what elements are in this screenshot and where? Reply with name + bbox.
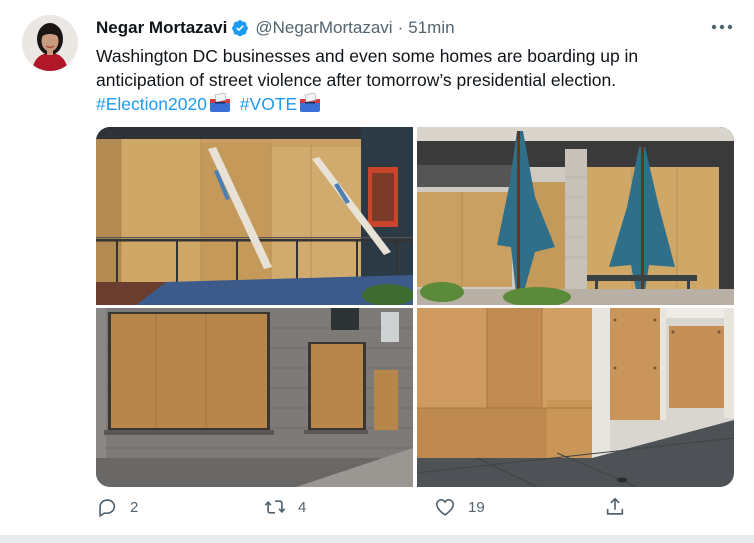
hashtag-line: #Election2020 #VOTE <box>96 92 736 116</box>
reply-icon <box>99 499 116 518</box>
heart-icon <box>435 499 455 516</box>
photo-boarded-storefront[interactable] <box>96 127 413 305</box>
author-handle[interactable]: @NegarMortazavi <box>255 18 392 38</box>
tweet-text-line-2: anticipation of street violence after to… <box>96 70 617 90</box>
tweet-text-line-1: Washington DC businesses and even some h… <box>96 46 639 66</box>
photo-patio-umbrellas-plywood-icon <box>417 127 734 305</box>
reply-count: 2 <box>130 498 139 516</box>
share-button[interactable] <box>604 496 626 518</box>
tweet-header: Negar Mortazavi @NegarMortazavi · 51min <box>96 17 455 39</box>
tweet-actions: 2 4 19 <box>96 496 656 526</box>
avatar-image <box>22 15 78 71</box>
bottom-divider <box>0 535 754 543</box>
avatar[interactable] <box>22 15 78 71</box>
photo-patio-umbrellas[interactable] <box>417 127 734 305</box>
separator-dot: · <box>397 18 404 37</box>
tweet-card[interactable]: Negar Mortazavi @NegarMortazavi · 51min … <box>0 0 754 535</box>
photo-boarded-storefront-with-planks-icon <box>96 127 413 305</box>
photo-plywood-walls[interactable] <box>417 308 734 487</box>
author-name[interactable]: Negar Mortazavi <box>96 18 227 38</box>
photo-brick-building[interactable] <box>96 308 413 487</box>
retweet-count: 4 <box>298 498 307 516</box>
retweet-icon <box>264 500 286 514</box>
ballot-box-emoji-icon <box>300 93 321 112</box>
verified-badge-icon <box>232 20 249 37</box>
media-grid <box>96 127 734 487</box>
retweet-button[interactable]: 4 <box>264 496 306 518</box>
more-options-icon[interactable] <box>710 17 734 37</box>
photo-brick-building-boarded-windows-icon <box>96 308 413 487</box>
tweet-timestamp[interactable]: 51min <box>408 18 454 38</box>
like-count: 19 <box>468 498 485 516</box>
share-icon <box>606 497 624 515</box>
like-button[interactable]: 19 <box>434 496 485 518</box>
hashtag-election2020[interactable]: #Election2020 <box>96 94 207 114</box>
reply-button[interactable]: 2 <box>96 496 138 518</box>
hashtag-vote[interactable]: #VOTE <box>240 94 297 114</box>
tweet-text: Washington DC businesses and even some h… <box>96 44 736 116</box>
photo-plywood-walls-sidewalk-icon <box>417 308 734 487</box>
ballot-box-emoji-icon <box>209 93 230 112</box>
